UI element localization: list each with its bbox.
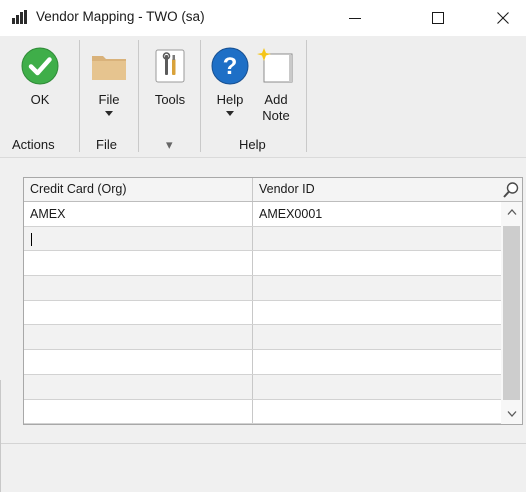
scroll-track[interactable]: [503, 226, 520, 400]
close-button[interactable]: [480, 0, 526, 36]
ribbon-group-help: ? Help Add Note Help: [201, 36, 306, 157]
ribbon-separator: [306, 40, 307, 152]
title-bar: Vendor Mapping - TWO (sa): [0, 0, 526, 36]
group-label-tools: ▾: [166, 137, 173, 152]
file-label: File: [98, 92, 120, 107]
cell-vendor-id[interactable]: [253, 325, 501, 349]
cell-text: AMEX0001: [259, 207, 323, 221]
vendor-mapping-grid: Credit Card (Org) Vendor ID AMEX AMEX0001: [23, 177, 523, 425]
minimize-icon: [349, 18, 361, 19]
maximize-icon: [432, 12, 444, 24]
ribbon-group-actions: OK Actions: [0, 36, 80, 157]
minimize-button[interactable]: [332, 0, 378, 36]
chart-app-icon: [10, 8, 28, 26]
cell-credit-card[interactable]: [24, 374, 253, 399]
table-row[interactable]: [24, 300, 501, 326]
svg-text:?: ?: [223, 53, 238, 80]
cell-credit-card[interactable]: [24, 300, 253, 325]
cell-credit-card[interactable]: AMEX: [24, 202, 253, 226]
chevron-down-icon: [226, 111, 234, 116]
help-button[interactable]: ? Help: [208, 36, 252, 116]
magnifier-icon: [502, 181, 518, 198]
table-row[interactable]: [24, 374, 501, 400]
note-icon: [256, 46, 296, 86]
cell-credit-card[interactable]: [24, 350, 253, 374]
window-title: Vendor Mapping - TWO (sa): [36, 9, 205, 24]
ribbon-group-file: File File: [80, 36, 138, 157]
table-row[interactable]: [24, 226, 501, 252]
grid-header: Credit Card (Org) Vendor ID: [24, 178, 522, 202]
cell-vendor-id[interactable]: [253, 375, 501, 399]
add-note-label-line2: Note: [262, 108, 290, 123]
table-row[interactable]: [24, 325, 501, 351]
text-cursor: [31, 232, 32, 246]
table-row[interactable]: [24, 276, 501, 301]
cell-vendor-id[interactable]: [253, 350, 501, 374]
ribbon-group-tools: Tools ▾: [139, 36, 200, 157]
scroll-down-button[interactable]: [501, 404, 522, 424]
group-label-help: Help: [239, 137, 266, 152]
help-circle-icon: ?: [210, 46, 250, 86]
group-label-actions: Actions: [12, 137, 55, 152]
column-header-credit-card[interactable]: Credit Card (Org): [24, 178, 253, 201]
help-label: Help: [216, 92, 244, 107]
ribbon: OK Actions File File Tools ▾ ? Help Add …: [0, 36, 526, 158]
add-note-label-line1: Add: [264, 92, 288, 107]
grid-body: AMEX AMEX0001: [24, 202, 501, 425]
cell-credit-card[interactable]: [24, 325, 253, 350]
window-edge: [0, 380, 1, 492]
cell-credit-card[interactable]: [24, 276, 253, 300]
cell-credit-card[interactable]: [24, 226, 253, 251]
chevron-down-icon: [105, 111, 113, 116]
status-divider: [0, 443, 526, 444]
file-button[interactable]: File: [87, 36, 131, 116]
cell-text: AMEX: [30, 207, 66, 221]
tools-icon: [150, 46, 190, 86]
chevron-down-icon: [507, 411, 516, 417]
cell-vendor-id[interactable]: [253, 301, 501, 325]
table-row[interactable]: AMEX AMEX0001: [24, 202, 501, 227]
maximize-button[interactable]: [415, 0, 461, 36]
close-icon: [497, 12, 509, 24]
add-note-label: Add Note: [262, 92, 289, 124]
tools-button[interactable]: Tools: [147, 36, 193, 108]
column-header-vendor-id[interactable]: Vendor ID: [253, 178, 499, 201]
group-label-file: File: [96, 137, 117, 152]
check-circle-icon: [20, 46, 60, 86]
vertical-scrollbar[interactable]: [501, 202, 522, 424]
lookup-button[interactable]: [500, 179, 521, 200]
ok-button[interactable]: OK: [17, 36, 63, 108]
cell-vendor-id[interactable]: [253, 400, 501, 424]
folder-icon: [89, 46, 129, 86]
cell-vendor-id[interactable]: [253, 276, 501, 300]
cell-credit-card[interactable]: [24, 399, 253, 424]
table-row[interactable]: [24, 350, 501, 375]
cell-vendor-id[interactable]: AMEX0001: [253, 202, 501, 226]
table-row[interactable]: [24, 251, 501, 277]
ok-label: OK: [30, 92, 50, 107]
cell-vendor-id[interactable]: [253, 227, 501, 251]
add-note-button[interactable]: Add Note: [253, 36, 299, 124]
tools-label: Tools: [154, 92, 186, 107]
cell-vendor-id[interactable]: [253, 251, 501, 275]
chevron-up-icon: [507, 209, 516, 215]
scroll-up-button[interactable]: [501, 202, 522, 222]
cell-credit-card[interactable]: [24, 251, 253, 276]
table-row[interactable]: [24, 399, 501, 425]
